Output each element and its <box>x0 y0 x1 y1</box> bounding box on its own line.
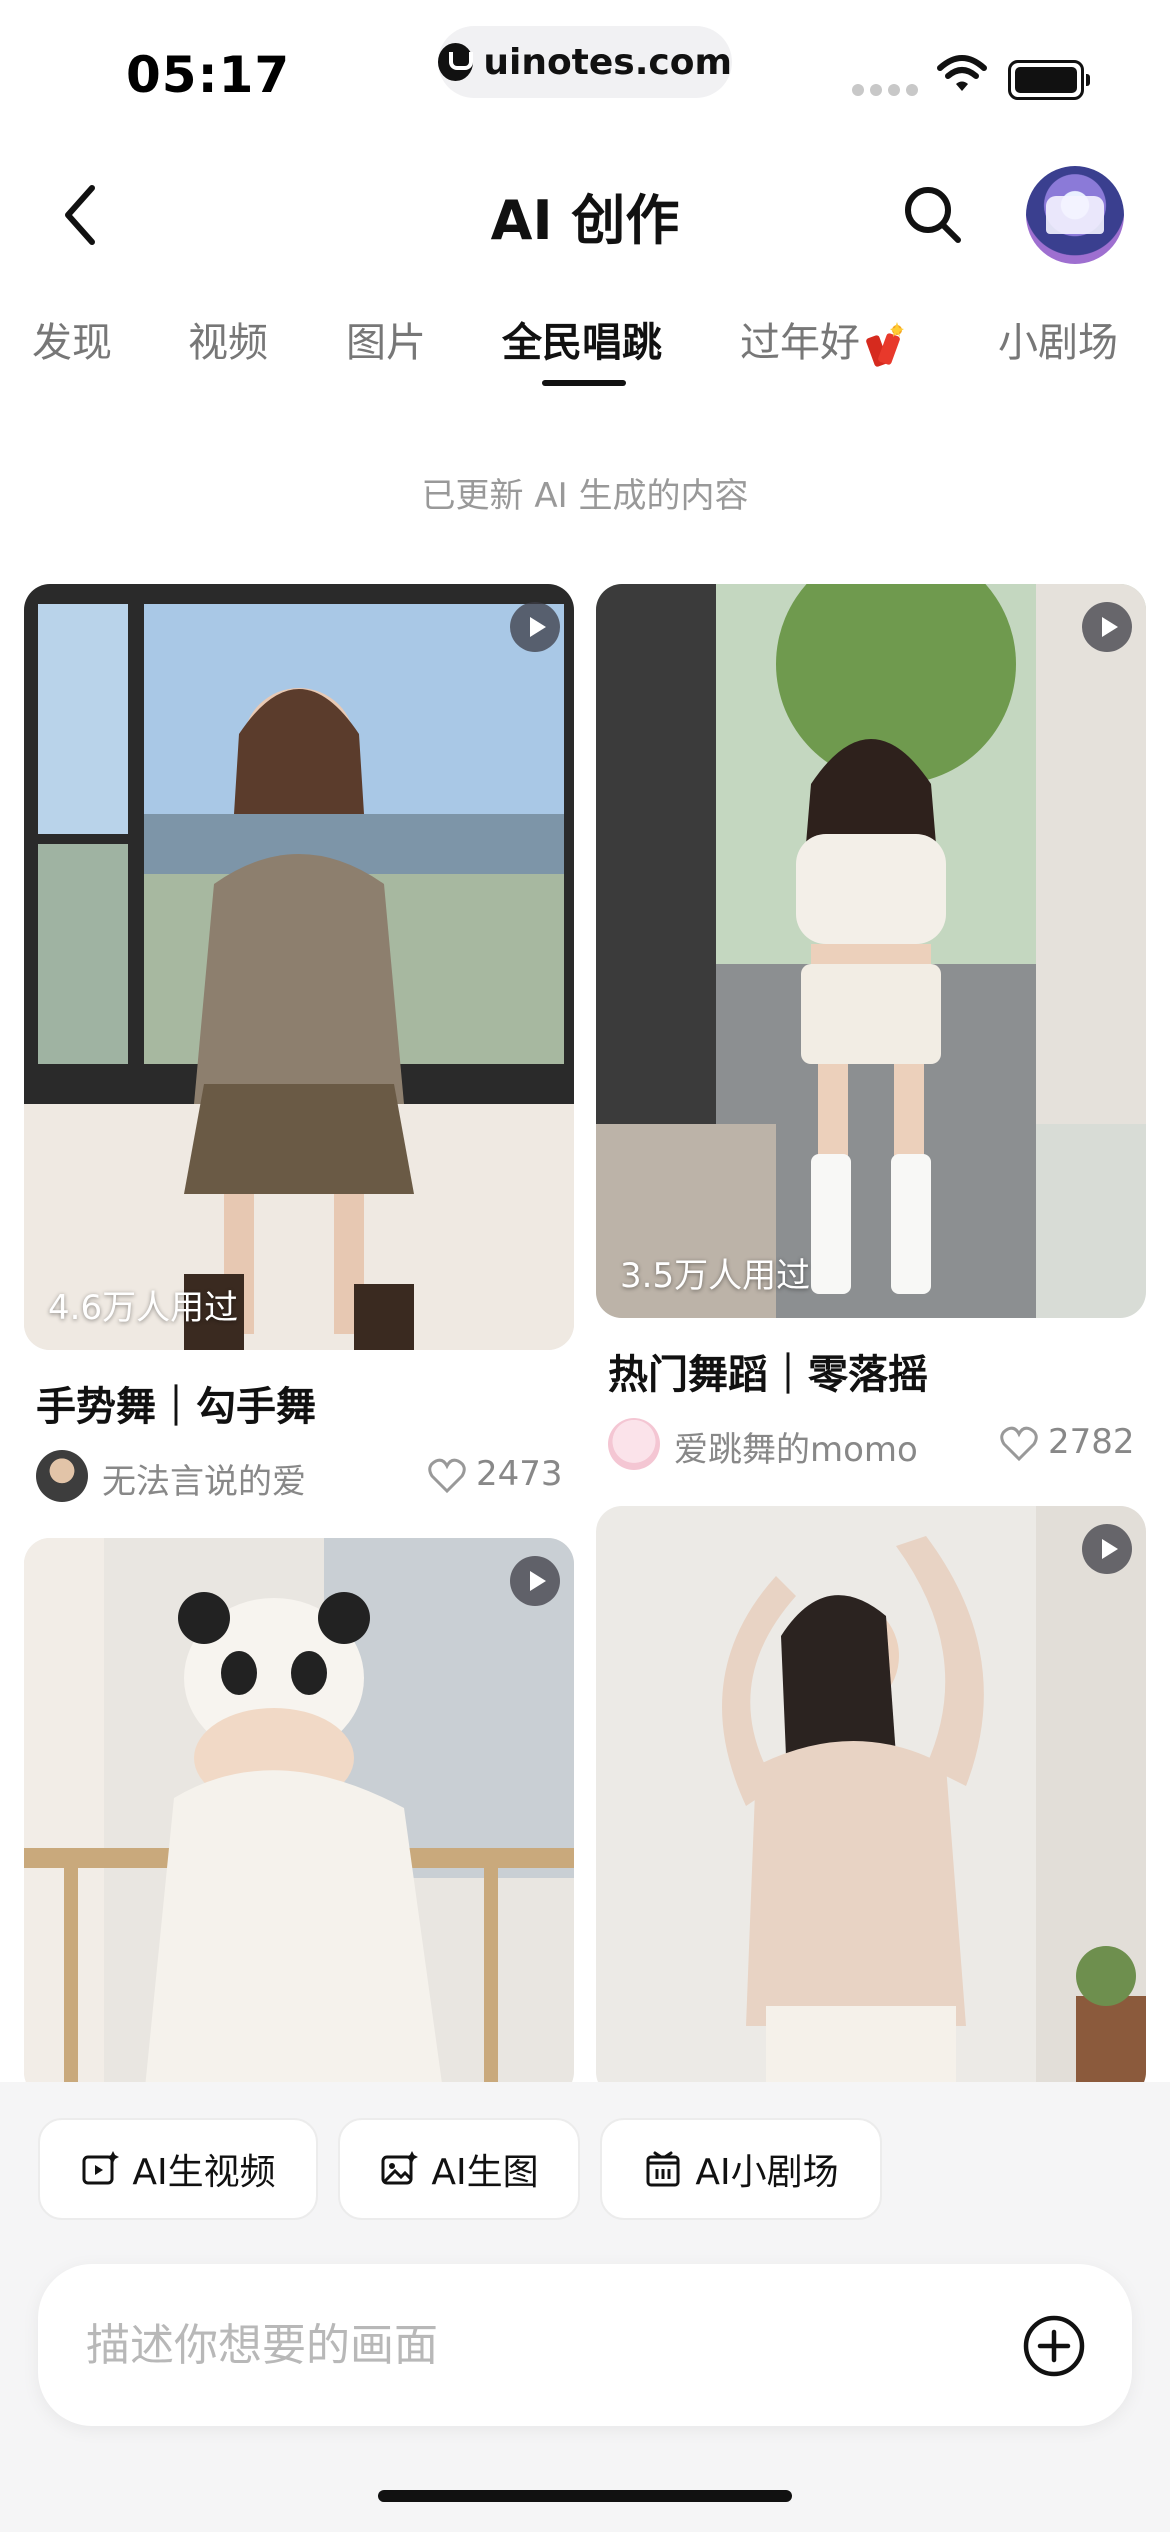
card-thumbnail[interactable]: 3.5万人用过 <box>596 584 1146 1318</box>
heart-icon[interactable] <box>428 1458 466 1494</box>
usage-count: 4.6万人用过 <box>48 1288 239 1328</box>
tab-images[interactable]: 图片 <box>346 310 426 368</box>
active-tab-indicator <box>542 380 626 386</box>
search-button[interactable] <box>898 180 968 250</box>
play-icon <box>510 602 560 652</box>
play-icon <box>510 1556 560 1606</box>
author-avatar <box>608 1418 660 1470</box>
ai-image-label: AI生图 <box>431 2152 539 2193</box>
play-icon <box>1082 1524 1132 1574</box>
dance-video-thumbnail <box>24 584 574 1350</box>
card-thumbnail[interactable] <box>596 1506 1146 2098</box>
battery-icon <box>1008 60 1090 100</box>
baby-panda-hat-thumbnail <box>24 1538 574 2098</box>
heart-icon[interactable] <box>1000 1426 1038 1462</box>
author-avatar <box>36 1450 88 1502</box>
add-attachment-button[interactable] <box>1022 2314 1086 2378</box>
url-text: uinotes.com <box>483 41 732 83</box>
tab-video[interactable]: 视频 <box>188 310 268 368</box>
theater-icon <box>646 2151 680 2187</box>
prompt-composer <box>38 2264 1132 2426</box>
status-time: 05:17 <box>126 46 291 104</box>
street-dance-thumbnail <box>596 584 1146 1318</box>
firecracker-icon <box>866 322 904 367</box>
url-pill[interactable]: uinotes.com <box>438 26 732 98</box>
page-title: AI 创作 <box>490 189 680 252</box>
tab-sing-dance[interactable]: 全民唱跳 <box>502 310 662 368</box>
usage-count: 3.5万人用过 <box>620 1256 811 1296</box>
like-count: 2473 <box>476 1454 563 1494</box>
card-title: 手势舞｜勾手舞 <box>36 1384 316 1430</box>
tab-new-year[interactable]: 过年好 <box>740 310 904 368</box>
signal-icon <box>852 84 918 96</box>
like-count: 2782 <box>1048 1422 1135 1462</box>
card-title: 热门舞蹈｜零落摇 <box>608 1352 928 1398</box>
video-sparkle-icon <box>82 2151 120 2185</box>
prompt-input[interactable] <box>84 2314 988 2376</box>
ai-theater-button[interactable]: AI小剧场 <box>600 2118 882 2220</box>
play-icon <box>1082 602 1132 652</box>
wifi-icon <box>937 55 987 91</box>
category-tabs: 发现 视频 图片 全民唱跳 过年好 小剧场 <box>0 310 1170 390</box>
woman-dancing-thumbnail <box>596 1506 1146 2098</box>
tab-mini-theater[interactable]: 小剧场 <box>998 310 1118 368</box>
user-avatar[interactable] <box>1026 166 1124 264</box>
author-name: 无法言说的爱 <box>102 1462 306 1502</box>
tab-new-year-label: 过年好 <box>740 320 860 366</box>
lock-icon <box>438 43 474 81</box>
update-note: 已更新 AI 生成的内容 <box>421 476 749 516</box>
card-thumbnail[interactable]: 4.6万人用过 <box>24 584 574 1350</box>
ai-video-label: AI生视频 <box>132 2152 276 2193</box>
ai-theater-label: AI小剧场 <box>695 2152 839 2193</box>
tab-discover[interactable]: 发现 <box>32 310 112 368</box>
ai-image-button[interactable]: AI生图 <box>338 2118 580 2220</box>
author-name: 爱跳舞的momo <box>674 1430 918 1470</box>
home-indicator <box>378 2490 792 2502</box>
card-thumbnail[interactable] <box>24 1538 574 2098</box>
image-sparkle-icon <box>381 2151 419 2185</box>
ai-video-button[interactable]: AI生视频 <box>38 2118 318 2220</box>
